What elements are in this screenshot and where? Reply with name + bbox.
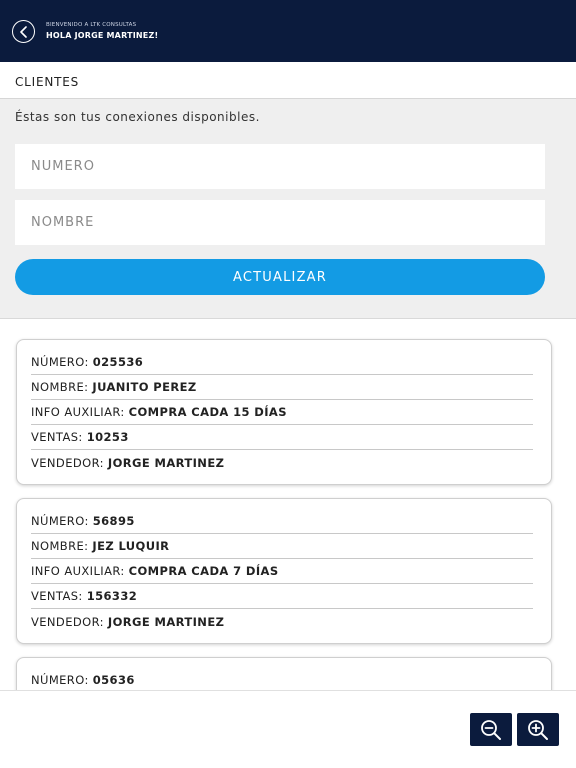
page-title: CLIENTES bbox=[15, 75, 80, 89]
info-value: COMPRA CADA 15 DÍAS bbox=[128, 405, 287, 419]
numero-input[interactable] bbox=[15, 144, 545, 189]
info-value: COMPRA CADA 7 DÍAS bbox=[128, 564, 279, 578]
nombre-input[interactable] bbox=[15, 200, 545, 245]
client-numero-row: NÚMERO: 025536 bbox=[31, 350, 533, 375]
numero-value: 025536 bbox=[92, 355, 144, 369]
clients-list[interactable]: NÚMERO: 025536 NOMBRE: JUANITO PEREZ INF… bbox=[0, 320, 576, 690]
numero-label: NÚMERO: bbox=[31, 673, 89, 687]
zoom-out-icon bbox=[481, 719, 501, 740]
filters-panel: Éstas son tus conexiones disponibles. AC… bbox=[0, 99, 576, 319]
zoom-out-button[interactable] bbox=[470, 713, 512, 746]
welcome-subtitle: BIENVENIDO A LTK CONSULTAS bbox=[46, 22, 137, 28]
ventas-label: VENTAS: bbox=[31, 430, 83, 444]
info-label: INFO AUXILIAR: bbox=[31, 564, 125, 578]
nombre-label: NOMBRE: bbox=[31, 539, 89, 553]
numero-label: NÚMERO: bbox=[31, 355, 89, 369]
client-ventas-row: VENTAS: 156332 bbox=[31, 584, 533, 609]
vendedor-value: JORGE MARTINEZ bbox=[107, 455, 225, 470]
ventas-label: VENTAS: bbox=[31, 589, 83, 603]
nombre-label: NOMBRE: bbox=[31, 380, 89, 394]
client-ventas-row: VENTAS: 10253 bbox=[31, 425, 533, 450]
client-info-row: INFO AUXILIAR: COMPRA CADA 15 DÍAS bbox=[31, 400, 533, 425]
back-button[interactable] bbox=[12, 20, 35, 43]
nombre-value: JUANITO PEREZ bbox=[92, 380, 197, 394]
zoom-in-icon bbox=[528, 719, 548, 740]
client-numero-row: NÚMERO: 56895 bbox=[31, 509, 533, 534]
numero-value: 05636 bbox=[92, 673, 135, 687]
client-vendedor-row: VENDEDOR: JORGE MARTINEZ bbox=[31, 450, 533, 475]
top-bar: BIENVENIDO A LTK CONSULTAS HOLA JORGE MA… bbox=[0, 0, 576, 62]
info-label: INFO AUXILIAR: bbox=[31, 405, 125, 419]
vendedor-label: VENDEDOR: bbox=[31, 614, 104, 629]
client-info-row: INFO AUXILIAR: COMPRA CADA 7 DÍAS bbox=[31, 559, 533, 584]
client-numero-row: NÚMERO: 05636 bbox=[31, 668, 533, 690]
client-card[interactable]: NÚMERO: 025536 NOMBRE: JUANITO PEREZ INF… bbox=[16, 339, 552, 485]
nombre-value: JEZ LUQUIR bbox=[92, 539, 170, 553]
ventas-value: 10253 bbox=[86, 430, 129, 444]
intro-text: Éstas son tus conexiones disponibles. bbox=[15, 110, 260, 124]
chevron-left-icon bbox=[19, 25, 27, 38]
zoom-in-button[interactable] bbox=[517, 713, 559, 746]
welcome-title: HOLA JORGE MARTINEZ! bbox=[46, 31, 159, 40]
client-nombre-row: NOMBRE: JEZ LUQUIR bbox=[31, 534, 533, 559]
bottom-bar bbox=[0, 690, 576, 768]
numero-label: NÚMERO: bbox=[31, 514, 89, 528]
section-header: CLIENTES bbox=[0, 62, 576, 99]
client-vendedor-row: VENDEDOR: JORGE MARTINEZ bbox=[31, 609, 533, 634]
vendedor-value: JORGE MARTINEZ bbox=[107, 614, 225, 629]
client-nombre-row: NOMBRE: JUANITO PEREZ bbox=[31, 375, 533, 400]
ventas-value: 156332 bbox=[86, 589, 138, 603]
update-button[interactable]: ACTUALIZAR bbox=[15, 259, 545, 295]
numero-value: 56895 bbox=[92, 514, 135, 528]
client-card[interactable]: NÚMERO: 05636 bbox=[16, 657, 552, 690]
vendedor-label: VENDEDOR: bbox=[31, 455, 104, 470]
client-card[interactable]: NÚMERO: 56895 NOMBRE: JEZ LUQUIR INFO AU… bbox=[16, 498, 552, 644]
